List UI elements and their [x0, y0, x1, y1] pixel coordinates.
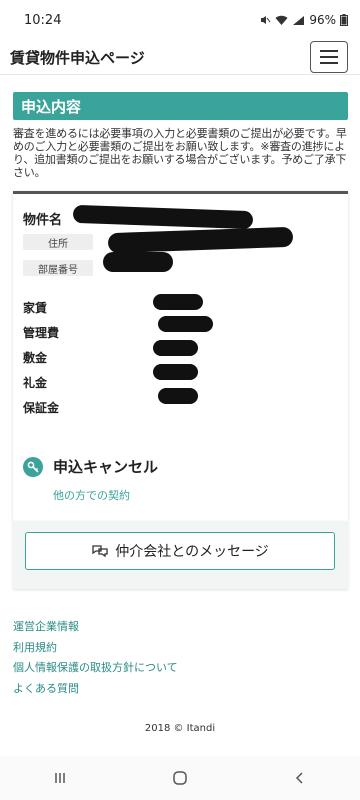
key-icon [23, 456, 43, 477]
redaction-mark [153, 294, 203, 310]
message-area: 仲介会社とのメッセージ [13, 521, 348, 589]
section-title: 申込内容 [13, 92, 348, 120]
status-bar: 10:24 96% [0, 0, 360, 40]
notice-text: 審査を進めるには必要事項の入力と必要書類のご提出が必要です。早めのご入力と必要書… [13, 127, 347, 179]
status-icons: 96% [259, 13, 348, 27]
fee-label: 管理費 [23, 326, 60, 340]
fee-label: 礼金 [23, 376, 48, 390]
redaction-mark [153, 340, 198, 356]
footer-link-terms[interactable]: 利用規約 [13, 638, 360, 659]
hamburger-icon-line [320, 62, 338, 64]
footer-link-privacy[interactable]: 個人情報保護の取扱方針について [13, 658, 360, 679]
mute-icon [261, 16, 271, 24]
redaction-mark [158, 388, 198, 404]
home-icon[interactable] [172, 770, 188, 786]
back-icon[interactable] [293, 771, 307, 785]
app-title: 賃貸物件申込ページ [10, 48, 145, 67]
chat-icon [92, 545, 108, 558]
wifi-icon [275, 15, 288, 25]
battery-percent: 96% [309, 13, 336, 27]
room-row: 部屋番号 [23, 259, 338, 277]
footer-link-company[interactable]: 運営企業情報 [13, 617, 360, 638]
status-time: 10:24 [24, 12, 62, 28]
hamburger-icon [320, 50, 338, 52]
redaction-mark [103, 252, 173, 272]
fee-label: 保証金 [23, 401, 60, 415]
footer-links: 運営企業情報 利用規約 個人情報保護の取扱方針について よくある質問 [13, 617, 360, 699]
copyright: 2018 © Itandi [144, 723, 216, 734]
system-nav-bar [0, 756, 360, 800]
address-tag: 住所 [23, 234, 93, 250]
fee-label: 敷金 [23, 351, 48, 365]
footer-link-faq[interactable]: よくある質問 [13, 679, 360, 700]
property-card: 物件名 住所 部屋番号 家賃 管理費 敷金 礼金 保証金 申込キャンセル 他の方… [13, 191, 348, 521]
app-bar: 賃貸物件申込ページ [0, 40, 360, 75]
fee-label: 家賃 [23, 301, 48, 315]
redaction-mark [158, 316, 213, 332]
message-button-label: 仲介会社とのメッセージ [115, 544, 269, 560]
cancel-label: 申込キャンセル [53, 458, 159, 476]
battery-icon [340, 14, 348, 26]
hamburger-icon-line [320, 56, 338, 58]
cancel-application-button[interactable]: 申込キャンセル [23, 456, 158, 477]
recent-apps-icon[interactable] [53, 771, 67, 785]
signal-icon [293, 15, 305, 25]
cancel-reason-link[interactable]: 他の方での契約 [53, 487, 130, 503]
broker-message-button[interactable]: 仲介会社とのメッセージ [25, 532, 335, 570]
hamburger-menu-button[interactable] [310, 41, 348, 73]
room-number-tag: 部屋番号 [23, 260, 93, 276]
redaction-mark [153, 364, 198, 380]
